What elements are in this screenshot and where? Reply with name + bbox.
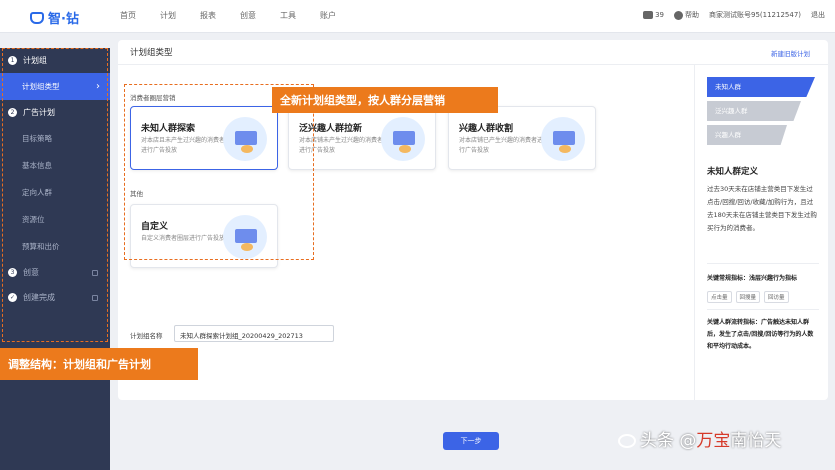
nav-account[interactable]: 账户 <box>320 10 360 21</box>
messages-button[interactable]: 39 <box>643 11 664 19</box>
logo-text: 智·钻 <box>48 12 79 27</box>
help-button[interactable]: 帮助 <box>674 10 699 20</box>
annotation-label-bottom: 调整结构：计划组和广告计划 <box>0 348 198 380</box>
funnel-step-unknown[interactable]: 未知人群 <box>707 77 815 97</box>
watermark-prefix: 头条 @ <box>640 431 697 451</box>
next-step-button[interactable]: 下一步 <box>443 432 499 450</box>
logo[interactable]: 智·钻 <box>30 8 79 27</box>
info-panel: 未知人群 泛兴趣人群 兴趣人群 未知人群定义 过去30天未在店铺主营类目下发生过… <box>694 65 828 400</box>
help-label: 帮助 <box>685 11 699 19</box>
divider <box>707 309 819 310</box>
annotation-label-top: 全新计划组类型，按人群分层营销 <box>272 87 498 113</box>
card-interest-harvest[interactable]: 兴趣人群收割 对本店铺已产生兴趣的消费者进行广告投放 <box>448 106 596 170</box>
audience-illustration-icon <box>381 117 425 161</box>
watermark-suffix: 南怡天 <box>730 431 782 451</box>
account-name[interactable]: 商家测试账号95(11212547) <box>709 10 801 20</box>
annotation-box-sidebar <box>2 48 108 342</box>
main-nav: 首页 计划 报表 创意 工具 账户 <box>120 10 360 21</box>
plan-name-input[interactable]: 未知人群探索计划组_20200429_202713 <box>174 325 334 342</box>
metric-tags: 点击量 回搜量 回访量 <box>707 291 789 303</box>
nav-plan[interactable]: 计划 <box>160 10 200 21</box>
tag: 回访量 <box>764 291 789 303</box>
top-right-actions: 39 帮助 商家测试账号95(11212547) 退出 <box>643 10 825 20</box>
nav-creative[interactable]: 创意 <box>240 10 280 21</box>
top-bar: 智·钻 首页 计划 报表 创意 工具 账户 39 帮助 商家测试账号95(112… <box>0 0 835 33</box>
wechat-icon <box>618 434 636 448</box>
definition-title: 未知人群定义 <box>707 167 759 177</box>
logo-icon <box>30 11 44 24</box>
funnel-step-interest[interactable]: 兴趣人群 <box>707 125 787 145</box>
flow-metric-text: 关键人群流转指标：广告触达未知人群后，发生了点击/回搜/回访等行为的人数和平均行… <box>707 319 814 350</box>
watermark: 头条 @万宝南怡天 <box>618 426 781 451</box>
help-icon <box>674 10 683 20</box>
audience-illustration-icon <box>541 117 585 161</box>
definition-text: 过去30天未在店铺主营类目下发生过点击/回搜/回访/收藏/加购行为，且过去180… <box>707 185 817 232</box>
message-icon <box>643 11 654 19</box>
logout-link[interactable]: 退出 <box>811 10 825 20</box>
page-title: 计划组类型 <box>130 48 173 58</box>
new-legacy-plan-link[interactable]: 新建旧版计划 <box>771 48 810 58</box>
watermark-red: 万宝 <box>696 431 731 451</box>
plan-name-label: 计划组名称 <box>130 332 163 340</box>
nav-tools[interactable]: 工具 <box>280 10 320 21</box>
key-metric-label: 关键常规指标：浅层兴趣行为指标 <box>707 275 798 282</box>
divider <box>707 263 819 264</box>
tag: 回搜量 <box>735 291 761 303</box>
nav-home[interactable]: 首页 <box>120 10 160 21</box>
card-desc: 对本店铺已产生兴趣的消费者进行广告投放 <box>459 137 544 154</box>
tag: 点击量 <box>707 291 732 303</box>
card-title: 兴趣人群收割 <box>459 124 514 134</box>
message-count: 39 <box>655 11 664 19</box>
nav-report[interactable]: 报表 <box>200 10 240 21</box>
funnel-step-broad[interactable]: 泛兴趣人群 <box>707 101 801 121</box>
